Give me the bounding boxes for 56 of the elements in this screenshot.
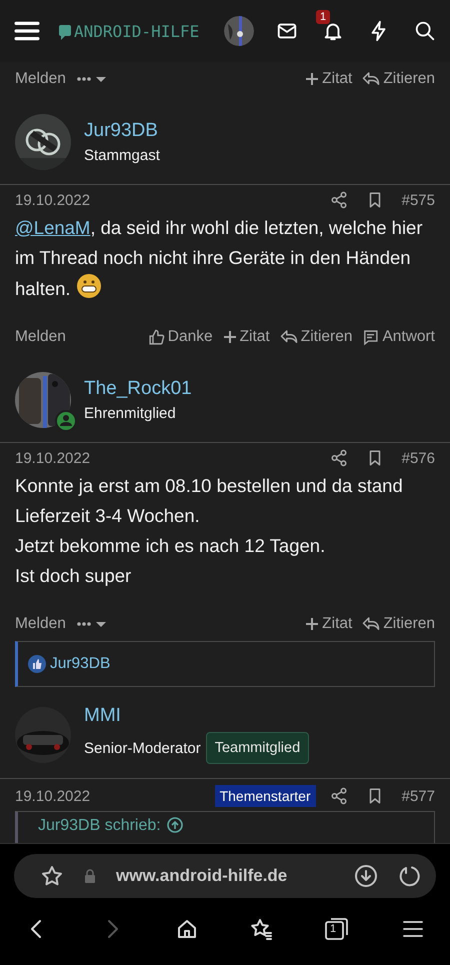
url-text[interactable]: www.android-hilfe.de [116, 866, 334, 886]
author-name[interactable]: Jur93DB [84, 120, 158, 142]
quote-button[interactable]: Zitat [305, 615, 352, 633]
quote-button[interactable]: Zitat [305, 70, 352, 88]
download-icon[interactable] [354, 864, 378, 888]
bookmarks-icon[interactable] [249, 917, 274, 941]
author-name[interactable]: MMI [84, 705, 121, 727]
thumbs-up-icon [148, 328, 165, 346]
report-link[interactable]: Melden [15, 328, 66, 346]
post-text: Konnte ja erst am 08.10 bestellen und da stand Lieferzeit 3-4 Wochen. [15, 474, 404, 528]
share-icon[interactable] [330, 449, 348, 467]
speech-bubble-icon [362, 328, 380, 346]
like-icon [28, 655, 46, 673]
starter-badge: Themenstarter [214, 785, 316, 807]
grinning-emoji-icon [76, 273, 102, 299]
reply-button[interactable]: Zitieren [280, 328, 352, 346]
address-bar[interactable]: www.android-hilfe.de [14, 854, 436, 898]
plus-icon [222, 330, 237, 344]
plus-icon [305, 72, 320, 86]
android-icon [58, 22, 72, 40]
post-date[interactable]: 19.10.2022 [15, 788, 197, 804]
quote-button[interactable]: Zitat [222, 328, 270, 346]
reply-arrow-icon [362, 615, 380, 633]
post-text: Jetzt bekomme ich es nach 12 Tagen. [15, 534, 326, 558]
reply-arrow-icon [280, 328, 298, 346]
report-link[interactable]: Melden [15, 615, 66, 633]
answer-button[interactable]: Antwort [362, 328, 435, 346]
post-text: @LenaM, da seid ihr wohl die letzten, welche hier im Thread noch nicht ihre Geräte in den Händen halten. [15, 217, 423, 299]
post-number[interactable]: #577 [402, 788, 435, 804]
user-title: Senior-Moderator [84, 740, 201, 756]
star-icon[interactable] [40, 864, 64, 888]
reply-arrow-icon [362, 70, 380, 88]
post-number[interactable]: #576 [402, 450, 435, 466]
report-link[interactable]: Melden [15, 70, 66, 88]
search-icon[interactable] [414, 20, 436, 42]
quote-author[interactable]: Jur93DB schrieb: [38, 817, 161, 835]
share-icon[interactable] [330, 787, 348, 805]
reply-button[interactable]: Zitieren [362, 615, 435, 633]
team-badge: Teammitglied [206, 732, 310, 764]
plus-icon [305, 617, 320, 631]
post-date[interactable]: 19.10.2022 [15, 450, 312, 466]
notification-badge: 1 [316, 10, 330, 24]
lock-icon [84, 869, 96, 883]
share-icon[interactable] [330, 191, 348, 209]
user-title: Stammgast [84, 147, 160, 164]
thanks-button[interactable]: Danke [148, 328, 213, 346]
post-date[interactable]: 19.10.2022 [15, 192, 312, 208]
reload-icon[interactable] [398, 864, 422, 888]
post-text: Ist doch super [15, 564, 132, 588]
author-name[interactable]: The_Rock01 [84, 378, 192, 400]
logo-text[interactable]: ANDROID-HILFE [74, 22, 200, 40]
post-number[interactable]: #575 [402, 192, 435, 208]
user-title: Ehrenmitglied [84, 405, 176, 422]
reply-button[interactable]: Zitieren [362, 70, 435, 88]
reaction-user[interactable]: Jur93DB [50, 655, 110, 673]
mention-link[interactable]: @LenaM [15, 217, 90, 238]
